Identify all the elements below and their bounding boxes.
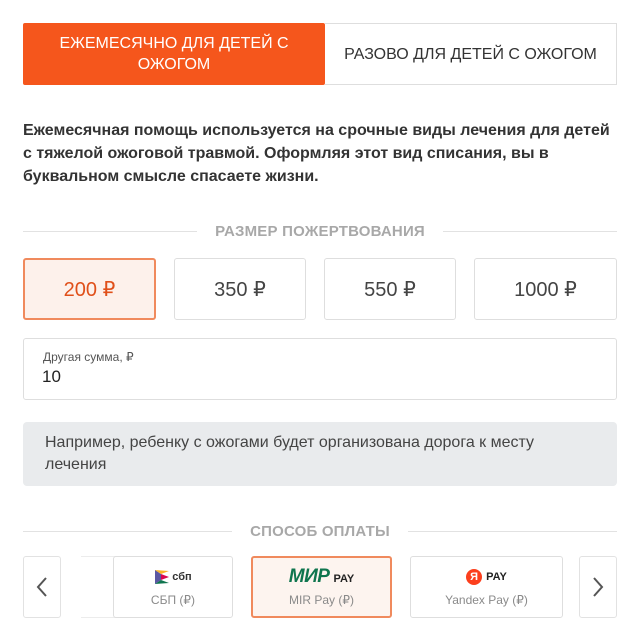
tab-monthly[interactable]: ЕЖЕМЕСЯЧНО ДЛЯ ДЕТЕЙ С ОЖОГОМ bbox=[23, 23, 325, 85]
payment-carousel: сбп СБП (₽) МИР PAY MIR Pay (₽) Я PAY Ya… bbox=[23, 556, 617, 620]
donation-size-title: РАЗМЕР ПОЖЕРТВОВАНИЯ bbox=[215, 222, 425, 240]
sbp-logo-icon: сбп bbox=[154, 567, 192, 587]
payment-method-title: СПОСОБ ОПЛАТЫ bbox=[250, 522, 390, 540]
payment-option-name: Yandex Pay (₽) bbox=[445, 593, 528, 607]
tab-once[interactable]: РАЗОВО ДЛЯ ДЕТЕЙ С ОЖОГОМ bbox=[325, 23, 617, 85]
payment-option-name: MIR Pay (₽) bbox=[289, 593, 354, 607]
carousel-next-button[interactable] bbox=[579, 556, 617, 618]
other-amount-input[interactable] bbox=[42, 367, 582, 387]
amount-option-200[interactable]: 200 ₽ bbox=[23, 258, 156, 320]
payment-option-sbp[interactable]: сбп СБП (₽) bbox=[113, 556, 233, 618]
donation-type-tabs: ЕЖЕМЕСЯЧНО ДЛЯ ДЕТЕЙ С ОЖОГОМ РАЗОВО ДЛЯ… bbox=[23, 23, 617, 85]
mir-pay-logo-icon: МИР PAY bbox=[288, 566, 355, 587]
sbp-arrow-icon bbox=[155, 570, 170, 584]
sbp-logo-text: сбп bbox=[172, 571, 192, 583]
donation-size-heading: РАЗМЕР ПОЖЕРТВОВАНИЯ bbox=[23, 221, 617, 241]
chevron-left-icon bbox=[36, 577, 47, 597]
amount-option-1000[interactable]: 1000 ₽ bbox=[474, 258, 617, 320]
yandex-logo-circle: Я bbox=[466, 569, 483, 585]
payment-option-yandex-pay[interactable]: Я PAY Yandex Pay (₽) bbox=[410, 556, 563, 618]
other-amount-field[interactable]: Другая сумма, ₽ bbox=[23, 338, 617, 400]
yandex-pay-suffix: PAY bbox=[486, 571, 507, 583]
other-amount-label: Другая сумма, ₽ bbox=[43, 350, 134, 364]
yandex-pay-logo-icon: Я PAY bbox=[466, 567, 507, 587]
divider-line bbox=[23, 230, 198, 232]
mir-pay-suffix: PAY bbox=[333, 573, 355, 585]
divider-line bbox=[23, 530, 233, 532]
amount-option-350[interactable]: 350 ₽ bbox=[174, 258, 306, 320]
payment-method-heading: СПОСОБ ОПЛАТЫ bbox=[23, 521, 617, 541]
mir-logo-text: МИР bbox=[288, 566, 330, 587]
donation-hint: Например, ребенку с ожогами будет органи… bbox=[23, 422, 617, 486]
divider-line bbox=[407, 530, 617, 532]
payment-option-name: СБП (₽) bbox=[150, 593, 196, 607]
carousel-prev-button[interactable] bbox=[23, 556, 61, 618]
payment-option-mir-pay[interactable]: МИР PAY MIR Pay (₽) bbox=[251, 556, 392, 618]
amount-options: 200 ₽ 350 ₽ 550 ₽ 1000 ₽ bbox=[23, 258, 617, 320]
description-text: Ежемесячная помощь используется на срочн… bbox=[23, 122, 610, 185]
amount-option-550[interactable]: 550 ₽ bbox=[324, 258, 456, 320]
chevron-right-icon bbox=[593, 577, 604, 597]
divider-line bbox=[442, 230, 617, 232]
